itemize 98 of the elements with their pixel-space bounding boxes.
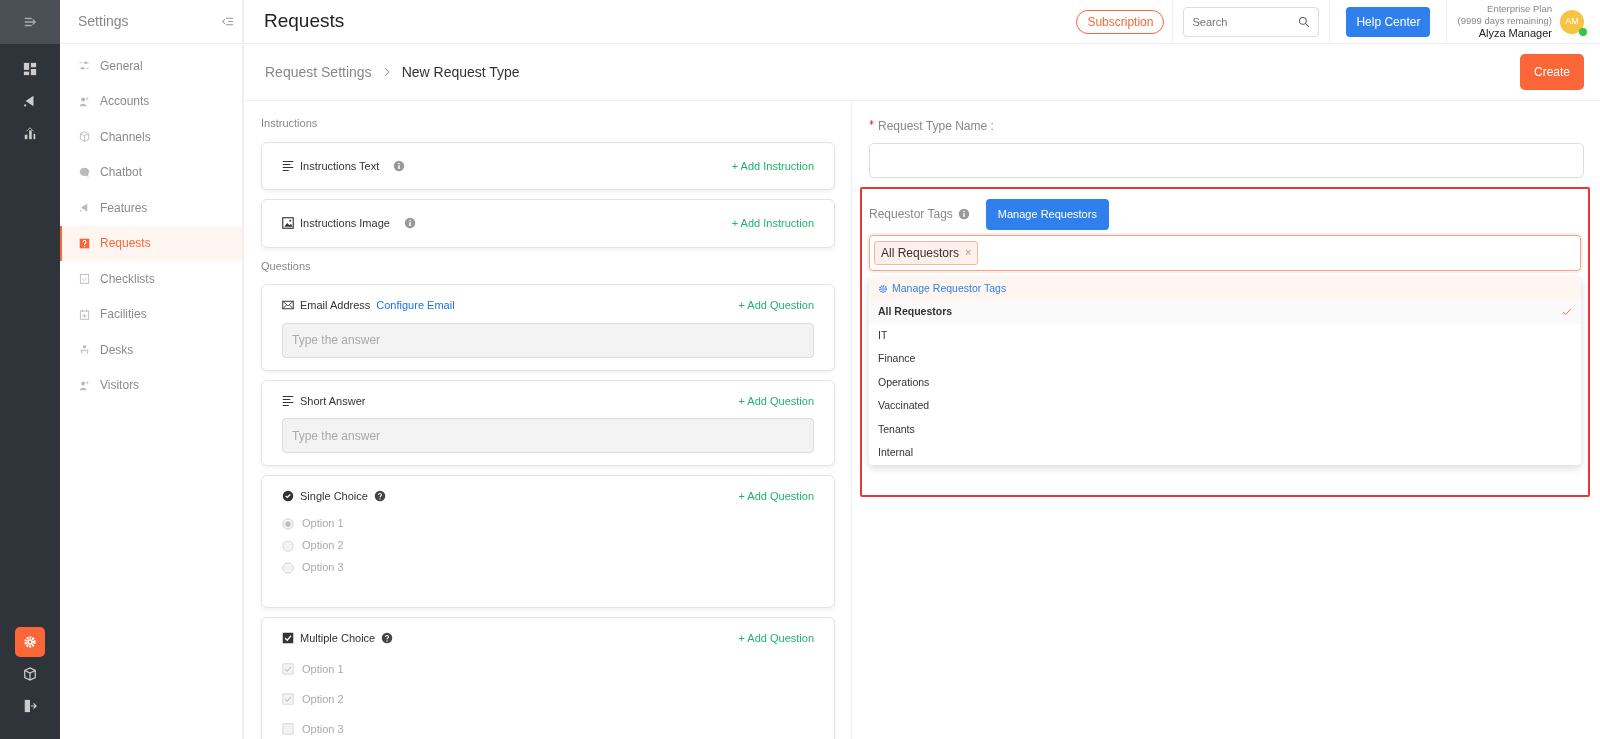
search-field[interactable]: Search	[1183, 6, 1320, 37]
sidebar-item[interactable]: Desks	[60, 332, 242, 368]
sidebar-item[interactable]: Requests	[60, 225, 242, 261]
manage-tags-link[interactable]: Manage Requestor Tags	[869, 276, 1581, 301]
dropdown-option[interactable]: Operations	[869, 371, 1581, 395]
checkmark-icon	[1562, 307, 1572, 318]
add-question-link[interactable]: + Add Question	[738, 297, 814, 314]
section-heading: Instructions	[261, 116, 319, 131]
text-lines-icon	[282, 394, 294, 407]
radio-button[interactable]	[282, 539, 294, 552]
card-title: Instructions Text	[300, 158, 380, 174]
sidebar-item[interactable]: Channels	[60, 119, 242, 155]
sidebar-item[interactable]: General	[60, 48, 242, 84]
sidebar-item[interactable]: Facilities	[60, 296, 242, 332]
card-title: Single Choice	[300, 489, 368, 504]
users-icon	[79, 379, 90, 391]
card-title: Short Answer	[300, 393, 366, 409]
cube-icon	[79, 131, 90, 143]
help-center-button[interactable]: Help Center	[1346, 6, 1431, 37]
option-label: Option 2	[302, 538, 344, 554]
chat-bubble-icon	[79, 166, 90, 178]
logout-icon	[23, 699, 37, 713]
answer-field[interactable]: Type the answer	[282, 322, 814, 358]
help-icon	[373, 490, 386, 503]
dropdown-option[interactable]: Tenants	[869, 418, 1581, 442]
answer-field[interactable]: Type the answer	[282, 418, 814, 453]
card-title: Multiple Choice	[300, 630, 376, 646]
text-lines-icon	[282, 159, 294, 172]
megaphone-icon	[79, 202, 90, 214]
rail-button[interactable]	[15, 627, 45, 657]
check-circle-icon	[282, 490, 294, 503]
sidebar-title: Settings	[78, 12, 129, 31]
checkbox[interactable]	[282, 663, 294, 675]
info-icon	[403, 217, 416, 230]
breadcrumb-link[interactable]: Request Settings	[265, 61, 372, 83]
tag-chip[interactable]: All Requestors ×	[874, 240, 979, 265]
chart-icon	[23, 126, 37, 140]
sidebar-item[interactable]: Chatbot	[60, 154, 242, 190]
dropdown-option[interactable]: All Requestors	[869, 300, 1581, 324]
sidebar-item[interactable]: Visitors	[60, 367, 242, 403]
settings-icon	[23, 635, 37, 649]
users-icon	[79, 95, 90, 107]
settings-icon	[878, 283, 888, 294]
help-icon	[381, 631, 394, 644]
card-title: Email Address	[300, 298, 371, 313]
card-title: Instructions Image	[300, 216, 390, 231]
dropdown-option[interactable]: Vaccinated	[869, 394, 1581, 418]
plan-label: Enterprise Plan	[1486, 2, 1552, 15]
breadcrumb-current: New Request Type	[401, 62, 520, 82]
search-icon	[1298, 15, 1311, 28]
dashboard-icon	[23, 62, 37, 76]
sidebar-item[interactable]: Accounts	[60, 83, 242, 119]
tag-field[interactable]: All Requestors ×	[869, 234, 1581, 271]
sidebar-item[interactable]: Features	[60, 190, 242, 226]
option-label: Option 3	[302, 721, 344, 737]
name-field[interactable]	[869, 143, 1584, 178]
option-label: Option 1	[302, 661, 344, 677]
checklist-icon	[79, 273, 90, 285]
user-name: Alyza Manager	[1477, 26, 1552, 41]
sliders-icon	[79, 60, 90, 72]
megaphone-icon	[23, 94, 37, 108]
configure-email-link[interactable]: Configure Email	[376, 297, 455, 314]
field-label: Request Type Name :	[878, 118, 994, 135]
option-label: Option 1	[302, 516, 344, 532]
add-instruction-link[interactable]: + Add Instruction	[731, 215, 814, 232]
calendar-icon	[79, 308, 90, 320]
create-button[interactable]: Create	[1519, 54, 1584, 90]
info-icon	[957, 208, 970, 221]
cube-icon	[23, 667, 37, 681]
days-remaining: (9999 days remaining)	[1457, 14, 1552, 27]
sidebar-item[interactable]: Checklists	[60, 261, 242, 297]
image-icon	[282, 217, 294, 230]
checkbox[interactable]	[282, 693, 294, 705]
dropdown-option[interactable]: Internal	[869, 441, 1581, 465]
subscription-button[interactable]: Subscription	[1076, 9, 1165, 34]
question-icon	[79, 237, 90, 249]
section-heading: Questions	[261, 258, 312, 274]
page-title: Requests	[264, 9, 346, 34]
add-instruction-link[interactable]: + Add Instruction	[731, 157, 814, 174]
add-question-link[interactable]: + Add Question	[738, 629, 814, 646]
menu-icon[interactable]	[23, 15, 37, 29]
add-question-link[interactable]: + Add Question	[738, 392, 814, 409]
manage-requestors-button[interactable]: Manage Requestors	[985, 199, 1109, 230]
dropdown-option[interactable]: Finance	[869, 347, 1581, 371]
desk-icon	[79, 344, 90, 356]
collapse-icon[interactable]	[221, 15, 234, 28]
option-label: Option 2	[302, 691, 344, 707]
checkbox-icon	[282, 631, 294, 644]
option-label: Option 3	[302, 560, 344, 576]
checkbox[interactable]	[282, 723, 294, 735]
info-icon	[393, 159, 406, 172]
envelope-icon	[282, 299, 294, 312]
remove-icon[interactable]: ×	[965, 244, 972, 261]
radio-button[interactable]	[282, 561, 294, 574]
add-question-link[interactable]: + Add Question	[738, 488, 814, 505]
radio-button[interactable]	[282, 517, 294, 530]
field-label: Requestor Tags	[869, 206, 953, 224]
dropdown-option[interactable]: IT	[869, 324, 1581, 348]
